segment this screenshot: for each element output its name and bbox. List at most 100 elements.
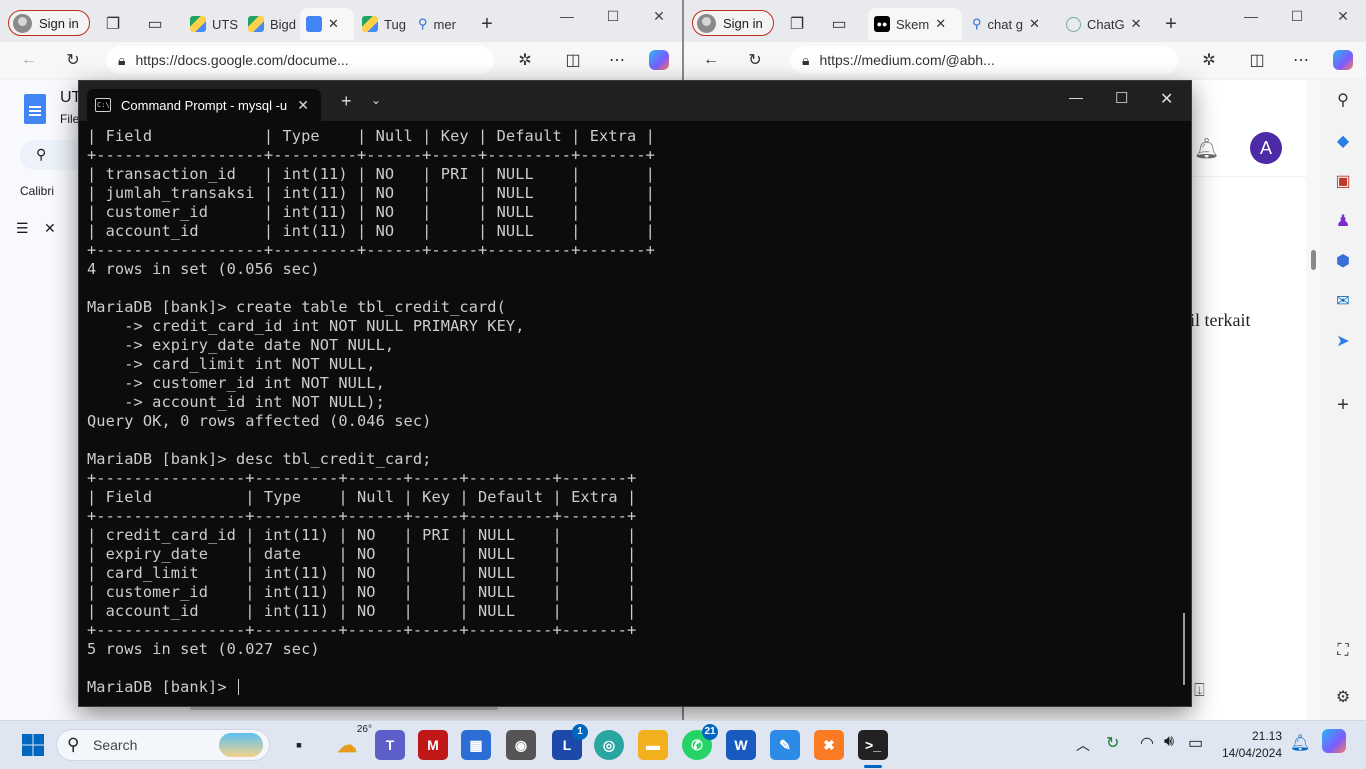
whatsapp-icon[interactable]: ✆ 21 [682,724,718,760]
copilot-taskbar-icon[interactable] [1322,729,1346,753]
minimize-icon[interactable]: — [552,6,582,26]
terminal-tab[interactable]: C:\ Command Prompt - mysql -u ✕ [87,89,321,121]
sidebar-shopping-icon[interactable]: ◆ [1332,130,1354,152]
sidebar-add-icon[interactable]: + [1332,394,1354,416]
close-icon[interactable]: ✕ [1131,16,1142,32]
close-icon[interactable]: ✕ [935,16,946,32]
battery-icon[interactable]: ▭ [1188,733,1203,753]
clock-date[interactable]: 14/04/2024 [1212,746,1282,760]
dropdown-chevron-icon[interactable]: ⌄ [371,93,381,107]
drive-icon [248,16,264,32]
copilot-icon[interactable] [1332,49,1354,71]
sidebar-games-icon[interactable]: ♟ [1332,210,1354,232]
left-tab-2[interactable]: Bigd [242,8,300,40]
browser-app-icon[interactable]: ◎ [594,730,624,760]
terminal-scrollbar[interactable] [1183,613,1185,685]
extensions-icon[interactable]: ✲ [1198,49,1220,71]
teams-icon[interactable]: T [375,730,405,760]
docs-menu-file[interactable]: File [60,112,79,126]
paint-icon[interactable]: ✎ [770,730,800,760]
left-tab-active-docs[interactable]: ✕ [300,8,354,40]
notification-icon[interactable]: 🔔︎ [1290,733,1310,753]
close-tab-icon[interactable]: ✕ [297,97,309,114]
left-sign-in-button[interactable]: Sign in [8,10,90,36]
workspaces-icon[interactable]: ❐ [786,13,808,35]
terminal-line: -> credit_card_id int NOT NULL PRIMARY K… [87,317,525,335]
right-address-bar[interactable]: 🔒︎ https://medium.com/@abh... [790,46,1178,74]
right-sign-in-button[interactable]: Sign in [692,10,774,36]
l-app-icon[interactable]: L 1 [552,724,588,760]
bookmark-icon[interactable]: ⍗ [1194,680,1205,701]
close-icon[interactable]: ✕ [1029,16,1040,32]
sync-icon[interactable]: ↻ [1106,733,1119,753]
show-hidden-icons-chevron[interactable]: ︿ [1076,735,1090,755]
weather-icon[interactable]: ☁ 26° [332,724,372,760]
right-tab-3[interactable]: ChatG ✕ [1060,8,1144,40]
close-window-icon[interactable]: ✕ [1328,6,1358,26]
terminal-line: MariaDB [bank]> desc tbl_credit_card; [87,450,432,468]
right-tab-2[interactable]: ⚲ chat g ✕ [966,8,1056,40]
docs-icon [306,16,322,32]
left-tab-1[interactable]: UTS [184,8,242,40]
wifi-icon[interactable]: ◠ [1140,733,1154,753]
more-icon[interactable]: ⋯ [1290,49,1312,71]
right-tab-active-medium[interactable]: ●● Skem ✕ [868,8,962,40]
sidebar-send-icon[interactable]: ➤ [1332,330,1354,352]
task-view-icon[interactable]: ▪ [284,730,314,760]
tab-actions-icon[interactable]: ▭ [144,13,166,35]
new-terminal-tab-icon[interactable]: + [341,91,352,112]
refresh-icon[interactable]: ↻ [744,49,766,71]
split-screen-icon[interactable]: ◫ [562,49,584,71]
font-name[interactable]: Calibri [20,184,54,198]
copilot-icon[interactable] [648,49,670,71]
close-window-icon[interactable]: ✕ [644,6,674,26]
close-icon[interactable]: ✕ [328,16,339,32]
terminal-line: -> account_id int NOT NULL); [87,393,385,411]
back-icon[interactable]: ← [700,49,722,71]
sidebar-outlook-icon[interactable]: ✉ [1332,290,1354,312]
mcafee-icon[interactable]: M [418,730,448,760]
taskbar: ⚲ Search ▪ ☁ 26° T M ▦ ◉ L 1 ◎ ▬ ✆ 21 W … [0,720,1366,769]
terminal-maximize-icon[interactable]: ☐ [1115,89,1128,107]
user-avatar[interactable]: A [1250,132,1282,164]
new-tab-icon[interactable]: + [1160,13,1182,35]
terminal-close-icon[interactable]: ✕ [1160,89,1173,109]
terminal-minimize-icon[interactable]: — [1069,89,1083,105]
xampp-icon[interactable]: ✖ [814,730,844,760]
terminal-prompt-line[interactable]: MariaDB [bank]> [87,678,1177,697]
terminal-app-icon[interactable]: >_ [858,730,888,760]
tab-actions-icon[interactable]: ▭ [828,13,850,35]
terminal-window[interactable]: C:\ Command Prompt - mysql -u ✕ + ⌄ — ☐ … [78,80,1192,707]
indent-icon[interactable]: ☰ [16,220,29,237]
volume-icon[interactable]: 🔊︎ [1164,733,1174,751]
left-tab-5[interactable]: ⚲ mer [412,8,468,40]
minimize-icon[interactable]: — [1236,6,1266,26]
left-tab-4[interactable]: Tug [356,8,410,40]
sidebar-screenshot-icon[interactable]: ⛶ [1332,640,1354,662]
maximize-icon[interactable]: ☐ [598,6,628,26]
page-scrollbar[interactable] [1306,80,1320,720]
sidebar-settings-icon[interactable]: ⚙ [1332,686,1354,708]
store-icon[interactable]: ▦ [461,730,491,760]
notification-bell-icon[interactable]: 🔔︎ [1194,136,1219,161]
extensions-icon[interactable]: ✲ [514,49,536,71]
back-icon[interactable]: ← [18,49,40,71]
clock-time[interactable]: 21.13 [1218,729,1282,743]
word-icon[interactable]: W [726,730,756,760]
split-screen-icon[interactable]: ◫ [1246,49,1268,71]
terminal-output[interactable]: | Field | Type | Null | Key | Default | … [87,127,1177,706]
maximize-icon[interactable]: ☐ [1282,6,1312,26]
taskbar-search-box[interactable]: ⚲ Search [56,729,270,761]
clear-format-icon[interactable]: ✕ [44,220,56,237]
camera-icon[interactable]: ◉ [506,730,536,760]
file-explorer-icon[interactable]: ▬ [638,730,668,760]
refresh-icon[interactable]: ↻ [62,49,84,71]
sidebar-tools-icon[interactable]: ▣ [1332,170,1354,192]
new-tab-icon[interactable]: + [476,13,498,35]
sidebar-search-icon[interactable]: ⚲ [1332,89,1354,111]
left-address-bar[interactable]: 🔒︎ https://docs.google.com/docume... [106,46,494,74]
more-icon[interactable]: ⋯ [606,49,628,71]
start-button[interactable] [18,730,48,760]
sidebar-m365-icon[interactable]: ⬢ [1332,250,1354,272]
workspaces-icon[interactable]: ❐ [102,13,124,35]
